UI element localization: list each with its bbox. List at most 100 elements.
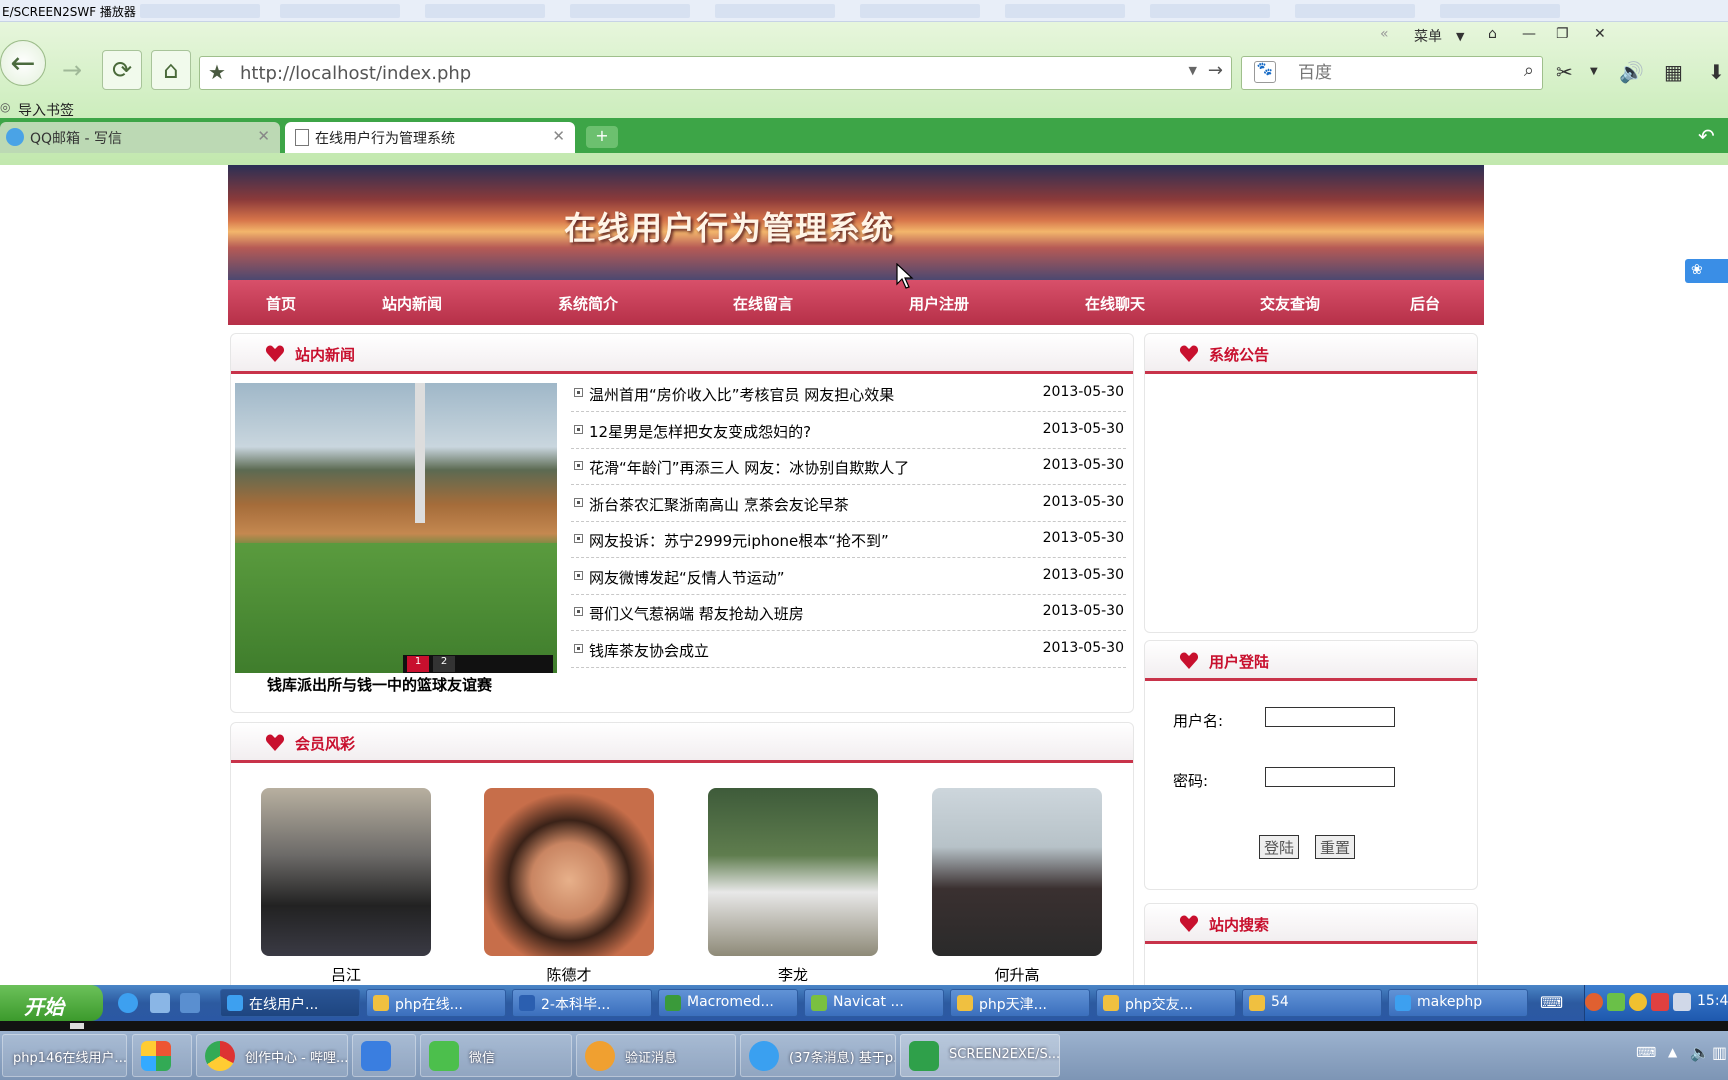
member-name[interactable]: 陈德才 — [484, 964, 654, 985]
quicklaunch-computer-icon[interactable] — [150, 993, 170, 1013]
baidu-paw-icon[interactable]: 🐾 — [1254, 61, 1276, 83]
show-hidden-icon[interactable]: ▲ — [1668, 1045, 1677, 1059]
forward-button[interactable]: → — [52, 50, 92, 90]
address-input[interactable] — [238, 61, 1138, 85]
login-button[interactable]: 登陆 — [1259, 835, 1300, 859]
news-item[interactable]: 温州首用“房价收入比”考核官员 网友担心效果 2013-05-30 — [571, 376, 1126, 412]
network-icon[interactable]: ▥ — [1712, 1043, 1727, 1062]
news-item[interactable]: 网友微博发起“反情人节运动” 2013-05-30 — [571, 559, 1126, 595]
member-photo[interactable] — [484, 788, 654, 956]
minimize-icon[interactable]: — — [1522, 26, 1536, 42]
dropdown-icon[interactable]: ▼ — [1189, 64, 1197, 77]
tab-close-icon[interactable]: ✕ — [552, 127, 565, 145]
nav-home[interactable]: 首页 — [266, 293, 296, 314]
menu-chevron-icon[interactable]: ▼ — [1456, 30, 1464, 43]
address-bar[interactable]: ★ ▼ → — [199, 56, 1232, 90]
tab-qq-mail[interactable]: QQ邮箱 - 写信 ✕ — [0, 122, 280, 153]
floating-share-button[interactable]: ❀ — [1685, 259, 1728, 283]
w7-taskbar-item[interactable]: 微信 — [420, 1034, 572, 1077]
tray-icon[interactable] — [1651, 993, 1669, 1011]
quicklaunch-qq-icon[interactable] — [118, 993, 138, 1013]
taskbar-item[interactable]: php天津... — [950, 989, 1090, 1017]
taskbar-item[interactable]: Macromed... — [658, 989, 798, 1017]
nav-admin[interactable]: 后台 — [1410, 293, 1440, 314]
password-input[interactable] — [1265, 767, 1395, 787]
download-icon[interactable]: ⬇ — [1708, 60, 1725, 84]
tab-current-site[interactable]: 在线用户行为管理系统 ✕ — [285, 122, 575, 153]
member-photo[interactable] — [261, 788, 431, 956]
clock[interactable]: 15:4 — [1697, 993, 1728, 1009]
news-title[interactable]: 钱库茶友协会成立 — [589, 640, 709, 661]
w7-taskbar-item[interactable]: (37条消息) 基于p... — [740, 1034, 896, 1077]
go-arrow-icon[interactable]: → — [1208, 60, 1223, 81]
refresh-button[interactable]: ⟳ — [102, 50, 142, 90]
taskbar-item[interactable]: 2-本科毕... — [512, 989, 652, 1017]
tray-arrow-icon[interactable] — [1585, 993, 1603, 1011]
taskbar-item[interactable]: 在线用户... — [220, 989, 360, 1017]
nav-news[interactable]: 站内新闻 — [382, 293, 442, 314]
news-item[interactable]: 网友投诉：苏宁2999元iphone根本“抢不到” 2013-05-30 — [571, 522, 1126, 558]
back-button[interactable]: ← — [0, 40, 46, 86]
taskbar-item[interactable]: Navicat ... — [804, 989, 944, 1017]
slide-page-1[interactable]: 1 — [407, 656, 429, 672]
search-input[interactable] — [1296, 61, 1506, 85]
news-title[interactable]: 浙台茶农汇聚浙南高山 烹茶会友论早茶 — [589, 494, 849, 515]
taskbar-item[interactable]: php在线... — [366, 989, 506, 1017]
player-seek-bar[interactable] — [0, 1021, 1728, 1031]
search-icon[interactable]: ⌕ — [1524, 60, 1534, 81]
scissors-chevron-icon[interactable]: ▼ — [1590, 66, 1598, 77]
tray-network-icon[interactable] — [1673, 993, 1691, 1011]
member-photo[interactable] — [708, 788, 878, 956]
import-bookmarks-link[interactable]: 导入书签 — [18, 100, 74, 120]
news-title[interactable]: 网友投诉：苏宁2999元iphone根本“抢不到” — [589, 530, 889, 551]
close-icon[interactable]: ✕ — [1594, 26, 1606, 42]
new-tab-button[interactable]: + — [586, 126, 618, 148]
scissors-icon[interactable]: ✂ — [1556, 60, 1573, 84]
news-item[interactable]: 钱库茶友协会成立 2013-05-30 — [571, 632, 1126, 668]
w7-taskbar-item[interactable] — [352, 1034, 416, 1077]
restore-icon[interactable]: ❐ — [1556, 26, 1569, 42]
taskbar-item[interactable]: makephp — [1388, 989, 1528, 1017]
tray-qq-icon[interactable] — [1629, 993, 1647, 1011]
w7-taskbar-item[interactable]: 创作中心 - 哔哩... — [196, 1034, 348, 1077]
slide-caption[interactable]: 钱库派出所与钱一中的篮球友谊赛 — [267, 674, 492, 695]
news-title[interactable]: 哥们义气惹祸端 帮友抢劫入班房 — [589, 603, 804, 624]
seek-thumb[interactable] — [70, 1023, 84, 1029]
taskbar-item[interactable]: 54 — [1242, 989, 1382, 1017]
news-item[interactable]: 浙台茶农汇聚浙南高山 烹茶会友论早茶 2013-05-30 — [571, 486, 1126, 522]
volume-icon[interactable]: 🔈 — [1690, 1043, 1710, 1062]
w7-taskbar-item[interactable]: 验证消息 — [576, 1034, 736, 1077]
nav-friend-search[interactable]: 交友查询 — [1260, 293, 1320, 314]
home-button[interactable]: ⌂ — [151, 50, 191, 90]
member-photo[interactable] — [932, 788, 1102, 956]
nav-chat[interactable]: 在线聊天 — [1085, 293, 1145, 314]
news-title[interactable]: 花滑“年龄门”再添三人 网友：冰协别自欺欺人了 — [589, 457, 909, 478]
menu-button[interactable]: 菜单 — [1414, 26, 1442, 46]
search-box[interactable]: 🐾 ⌕ — [1241, 56, 1543, 90]
w7-taskbar-item[interactable]: SCREEN2EXE/S... — [900, 1034, 1060, 1077]
news-slideshow-image[interactable]: 1 2 — [235, 383, 557, 673]
news-item[interactable]: 花滑“年龄门”再添三人 网友：冰协别自欺欺人了 2013-05-30 — [571, 449, 1126, 485]
member-name[interactable]: 李龙 — [708, 964, 878, 985]
taskbar-item[interactable]: php交友... — [1096, 989, 1236, 1017]
username-input[interactable] — [1265, 707, 1395, 727]
news-title[interactable]: 温州首用“房价收入比”考核官员 网友担心效果 — [589, 384, 894, 405]
news-item[interactable]: 12星男是怎样把女友变成怨妇的? 2013-05-30 — [571, 413, 1126, 449]
star-icon[interactable]: ★ — [208, 60, 226, 84]
reset-button[interactable]: 重置 — [1315, 835, 1356, 859]
keyboard-icon[interactable]: ⌨ — [1540, 993, 1563, 1012]
qr-icon[interactable]: ▦ — [1664, 60, 1683, 84]
tab-close-icon[interactable]: ✕ — [257, 127, 270, 145]
news-title[interactable]: 网友微博发起“反情人节运动” — [589, 567, 785, 588]
member-name[interactable]: 吕江 — [261, 964, 431, 985]
collapse-icon[interactable]: « — [1380, 26, 1389, 42]
news-item[interactable]: 哥们义气惹祸端 帮友抢劫入班房 2013-05-30 — [571, 595, 1126, 631]
nav-message[interactable]: 在线留言 — [733, 293, 793, 314]
nav-intro[interactable]: 系统简介 — [558, 293, 618, 314]
w7-taskbar-item[interactable] — [132, 1034, 192, 1077]
keyboard-icon[interactable]: ⌨ — [1636, 1045, 1656, 1061]
undo-close-icon[interactable]: ↶ — [1698, 124, 1715, 148]
speaker-icon[interactable]: 🔊 — [1619, 60, 1644, 84]
w7-taskbar-item[interactable]: php146在线用户... — [2, 1034, 127, 1077]
quicklaunch-ie-icon[interactable] — [180, 993, 200, 1013]
